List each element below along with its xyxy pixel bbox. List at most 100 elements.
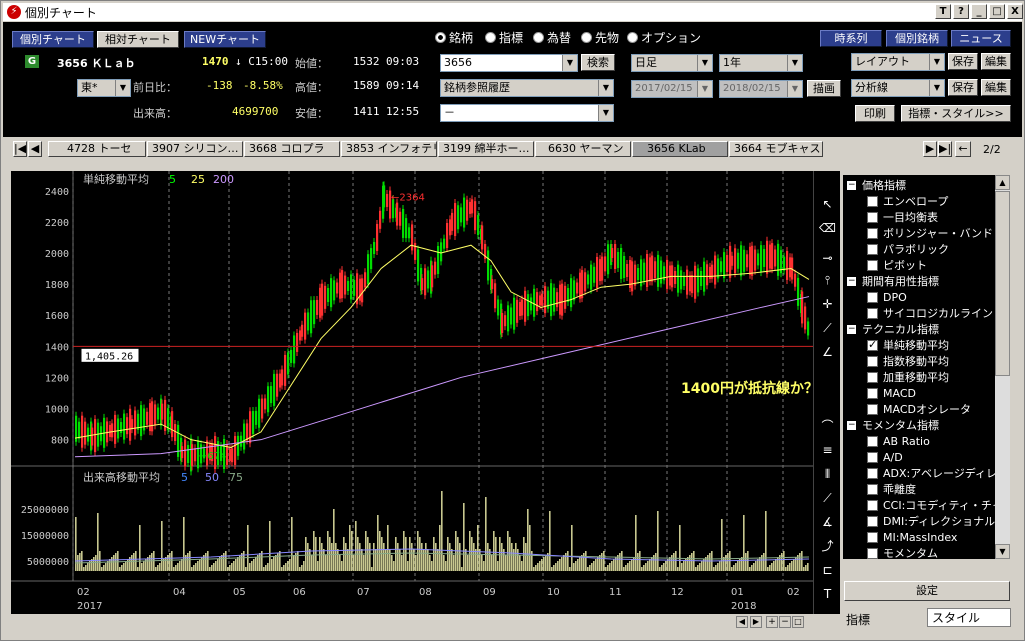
from-date[interactable]: 2017/02/15 ▼: [631, 80, 713, 98]
layout-select[interactable]: レイアウト ▼: [851, 53, 945, 71]
to-date[interactable]: 2018/02/15 ▼: [719, 80, 803, 98]
collapse-icon[interactable]: −: [847, 180, 856, 190]
tree-item[interactable]: ADX:アベレージディレ: [867, 465, 995, 481]
checkbox[interactable]: [867, 291, 878, 303]
checkbox[interactable]: [867, 195, 878, 207]
vline-tool-icon[interactable]: ⫯: [817, 271, 838, 289]
settings-button[interactable]: 設定: [844, 581, 1010, 601]
exchange-select[interactable]: 東* ▼: [77, 79, 131, 97]
checkbox[interactable]: [867, 483, 878, 495]
prev-tab-icon[interactable]: ◀: [28, 141, 42, 157]
stock-tab[interactable]: 3668 コロプラ: [244, 141, 340, 157]
relative-chart-button[interactable]: 相対チャート: [97, 31, 179, 48]
tree-item[interactable]: A/D: [867, 449, 903, 465]
tree-item[interactable]: MACDオシレータ: [867, 401, 971, 417]
zoom-in-icon[interactable]: +: [766, 616, 778, 628]
print-button[interactable]: 印刷: [855, 105, 895, 122]
stock-tab[interactable]: 3199 綿半ホー…: [438, 141, 534, 157]
analysis-save-button[interactable]: 保存: [948, 79, 978, 96]
checkbox[interactable]: [867, 387, 878, 399]
tree-item[interactable]: 指数移動平均: [867, 353, 949, 369]
text-tool-icon[interactable]: T: [817, 585, 838, 603]
channel-tool-icon[interactable]: ≡: [817, 441, 838, 459]
chart-hscrollbar[interactable]: ◀ ▶ + − □: [11, 615, 813, 629]
checkbox[interactable]: [867, 355, 878, 367]
hline-tool-icon[interactable]: ⊸: [817, 249, 838, 267]
scroll-left-icon[interactable]: ◀: [736, 616, 748, 628]
tree-group[interactable]: − モメンタム指標: [847, 417, 939, 433]
checkbox[interactable]: [867, 211, 878, 223]
stock-tab-active[interactable]: 3656 KLab: [632, 141, 728, 157]
stock-tab[interactable]: 6630 ヤーマン: [535, 141, 631, 157]
collapse-icon[interactable]: −: [847, 420, 856, 430]
checkbox[interactable]: [867, 515, 878, 527]
cycle-tool-icon[interactable]: ⫴: [817, 465, 838, 483]
ray-tool-icon[interactable]: ⤴: [817, 537, 838, 555]
layout-save-button[interactable]: 保存: [948, 53, 978, 70]
checkbox[interactable]: [867, 338, 878, 351]
indicator-style-button[interactable]: 指標・スタイル>>: [901, 105, 1011, 122]
new-chart-button[interactable]: NEWチャート: [184, 31, 266, 48]
angle-tool-icon[interactable]: ∠: [817, 343, 838, 361]
stock-tab[interactable]: 3664 モブキャス: [729, 141, 823, 157]
tree-item[interactable]: サイコロジカルライン: [867, 305, 993, 321]
tree-item[interactable]: CCI:コモディティ・チャ: [867, 497, 995, 513]
collapse-icon[interactable]: −: [847, 276, 856, 286]
analysis-edit-button[interactable]: 編集: [981, 79, 1011, 96]
tree-group[interactable]: − 期間有用性指標: [847, 273, 939, 289]
stock-tab[interactable]: 4728 トーセ: [48, 141, 146, 157]
stock-info-button[interactable]: 個別銘柄: [886, 30, 948, 47]
cursor-tool-icon[interactable]: ↖: [817, 195, 838, 213]
tree-item[interactable]: 乖離度: [867, 481, 916, 497]
first-tab-icon[interactable]: |◀: [13, 141, 27, 157]
stock-code-input[interactable]: 3656 ▼: [440, 54, 578, 72]
help-button[interactable]: ?: [953, 4, 969, 19]
tree-group[interactable]: − テクニカル指標: [847, 321, 939, 337]
parallel-tool-icon[interactable]: ⊏: [817, 561, 838, 579]
radio-stock[interactable]: 銘柄: [435, 29, 473, 46]
individual-chart-button[interactable]: 個別チャート: [12, 31, 94, 48]
chart-area[interactable]: 2400 2200 2000 1800 1600 1400 1200 1000 800 25000…: [11, 171, 818, 614]
layout-edit-button[interactable]: 編集: [981, 53, 1011, 70]
checkbox[interactable]: [867, 467, 878, 479]
checkbox[interactable]: [867, 547, 878, 559]
tree-item[interactable]: パラボリック: [867, 241, 949, 257]
interval-select[interactable]: 日足 ▼: [631, 54, 713, 72]
checkbox[interactable]: [867, 227, 878, 239]
tree-item[interactable]: DPO: [867, 289, 907, 305]
news-button[interactable]: ニュース: [951, 30, 1011, 47]
reset-zoom-icon[interactable]: □: [792, 616, 804, 628]
scroll-up-icon[interactable]: ▲: [995, 175, 1010, 190]
minimize-button[interactable]: _: [971, 4, 987, 19]
tree-scrollbar[interactable]: ▲ ▼: [995, 175, 1010, 559]
range-select[interactable]: 1年 ▼: [719, 54, 803, 72]
radio-fx[interactable]: 為替: [533, 29, 571, 46]
radio-options[interactable]: オプション: [627, 29, 701, 46]
checkbox[interactable]: [867, 243, 878, 255]
draw-button[interactable]: 描画: [807, 80, 841, 97]
scroll-thumb[interactable]: [995, 191, 1010, 376]
tree-item[interactable]: 加重移動平均: [867, 369, 949, 385]
last-tab-icon[interactable]: ▶|: [938, 141, 952, 157]
gann-tool-icon[interactable]: ∡: [817, 513, 838, 531]
scroll-right-icon[interactable]: ▶: [750, 616, 762, 628]
checkbox[interactable]: [867, 531, 878, 543]
collapse-icon[interactable]: −: [847, 324, 856, 334]
checkbox[interactable]: [867, 371, 878, 383]
tree-item[interactable]: MACD: [867, 385, 916, 401]
tree-item[interactable]: ピボット: [867, 257, 927, 273]
line-tool-icon[interactable]: ⟋: [817, 489, 838, 507]
cross-tool-icon[interactable]: ✛: [817, 295, 838, 313]
checkbox[interactable]: [867, 499, 878, 511]
tree-item[interactable]: 単純移動平均: [867, 337, 949, 353]
history-select[interactable]: 銘柄参照履歴 ▼: [440, 79, 614, 97]
trendline-tool-icon[interactable]: ⟋: [817, 319, 838, 337]
tree-item[interactable]: エンベロープ: [867, 193, 948, 209]
tree-item[interactable]: 一目均衡表: [867, 209, 938, 225]
eraser-tool-icon[interactable]: ⌫: [817, 219, 838, 237]
tree-group[interactable]: − 価格指標: [847, 177, 906, 193]
maximize-button[interactable]: □: [989, 4, 1005, 19]
timeseries-button[interactable]: 時系列: [820, 30, 882, 47]
back-arrow-icon[interactable]: ←: [955, 141, 971, 157]
checkbox[interactable]: [867, 451, 878, 463]
